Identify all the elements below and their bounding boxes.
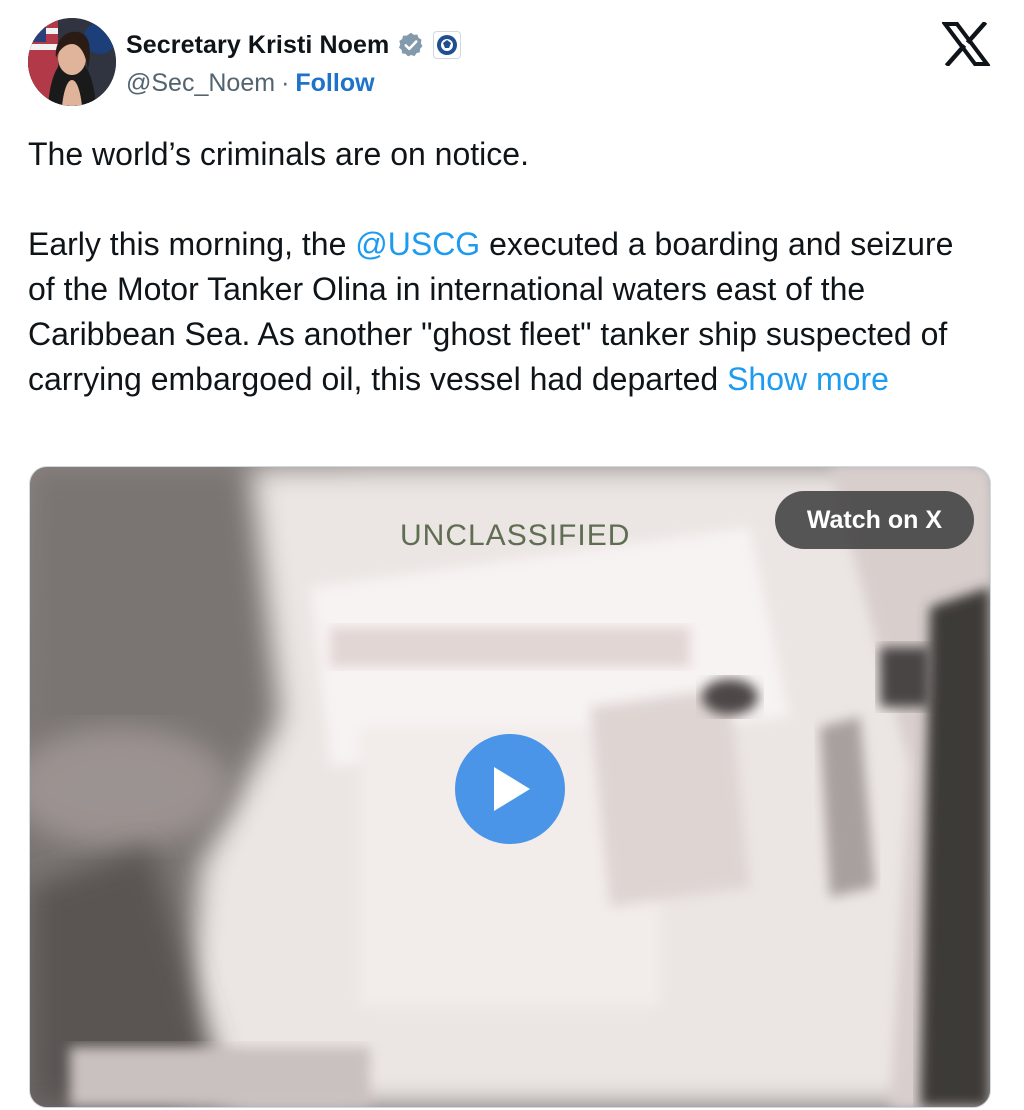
- author-handle-row: @Sec_Noem · Follow: [126, 66, 375, 100]
- avatar-image: [28, 18, 116, 106]
- author-avatar[interactable]: [28, 18, 116, 106]
- tweet-text-part: Early this morning, the: [28, 226, 356, 262]
- verified-badge-icon: [399, 32, 423, 57]
- tweet-embed-card: Secretary Kristi Noem @Sec_Noem · Follow…: [0, 0, 1024, 1110]
- tweet-paragraph-2: Early this morning, the @USCG executed a…: [28, 222, 988, 402]
- author-name[interactable]: Secretary Kristi Noem: [126, 31, 389, 60]
- dhs-seal-icon: [433, 31, 462, 59]
- watch-on-x-button[interactable]: Watch on X: [774, 491, 974, 549]
- video-player[interactable]: UNCLASSIFIED Watch on X: [29, 466, 991, 1108]
- separator-dot: ·: [281, 68, 290, 97]
- play-icon: [494, 767, 530, 811]
- mention-link-uscg[interactable]: @USCG: [355, 226, 480, 262]
- author-name-row: Secretary Kristi Noem: [126, 28, 462, 62]
- follow-button[interactable]: Follow: [295, 69, 374, 98]
- tweet-line-1: The world’s criminals are on notice.: [28, 136, 529, 172]
- play-button[interactable]: [455, 734, 565, 844]
- show-more-link[interactable]: Show more: [727, 361, 889, 397]
- author-handle[interactable]: @Sec_Noem: [126, 69, 275, 98]
- tweet-text: The world’s criminals are on notice. Ear…: [28, 132, 988, 402]
- unclassified-label: UNCLASSIFIED: [400, 519, 631, 552]
- x-logo-icon[interactable]: [942, 22, 990, 66]
